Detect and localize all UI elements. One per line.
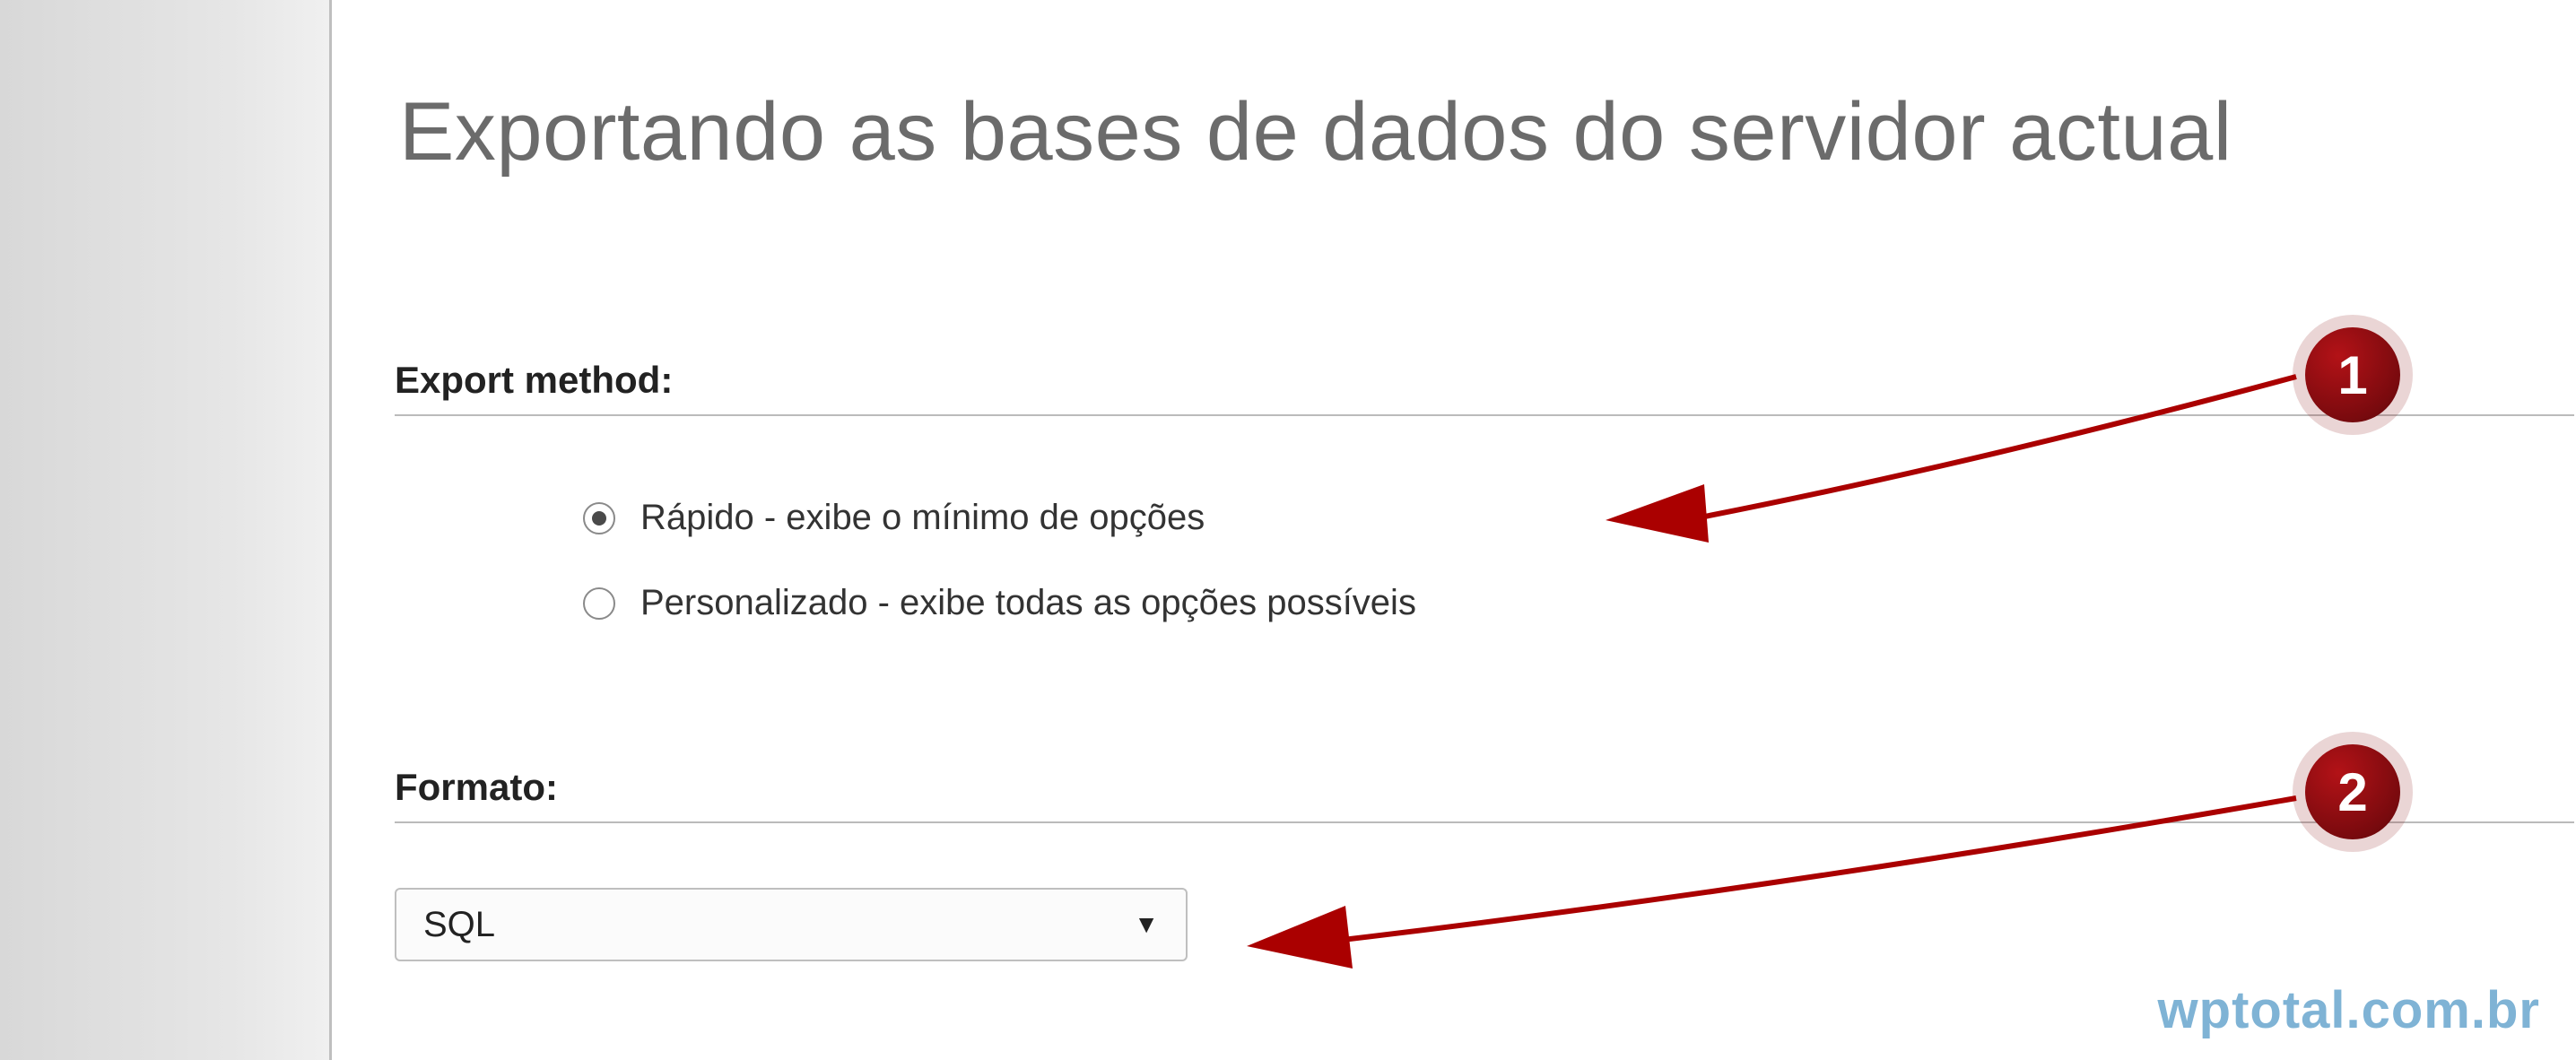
annotation-badge-1: 1 bbox=[2305, 327, 2400, 422]
radio-quick-label: Rápido - exibe o mínimo de opções bbox=[640, 498, 1205, 538]
format-select[interactable]: SQL ▼ bbox=[395, 888, 1188, 961]
export-method-quick-row[interactable]: Rápido - exibe o mínimo de opções bbox=[583, 498, 1205, 538]
content-area: Exportando as bases de dados do servidor… bbox=[332, 0, 2576, 1060]
annotation-arrow-1 bbox=[1606, 359, 2323, 556]
radio-quick[interactable] bbox=[583, 502, 615, 534]
watermark: wptotal.com.br bbox=[2158, 980, 2540, 1040]
radio-custom[interactable] bbox=[583, 587, 615, 620]
divider bbox=[395, 414, 2574, 416]
chevron-down-icon: ▼ bbox=[1134, 910, 1159, 939]
formato-label: Formato: bbox=[395, 766, 558, 809]
export-method-label: Export method: bbox=[395, 359, 673, 402]
export-method-custom-row[interactable]: Personalizado - exibe todas as opções po… bbox=[583, 583, 1416, 623]
left-gutter bbox=[0, 0, 332, 1060]
page-title: Exportando as bases de dados do servidor… bbox=[399, 85, 2232, 179]
annotation-badge-2: 2 bbox=[2305, 744, 2400, 839]
divider bbox=[395, 821, 2574, 823]
radio-custom-label: Personalizado - exibe todas as opções po… bbox=[640, 583, 1416, 623]
format-select-value: SQL bbox=[423, 905, 495, 945]
export-page: Exportando as bases de dados do servidor… bbox=[0, 0, 2576, 1060]
annotation-arrow-2 bbox=[1247, 780, 2323, 977]
